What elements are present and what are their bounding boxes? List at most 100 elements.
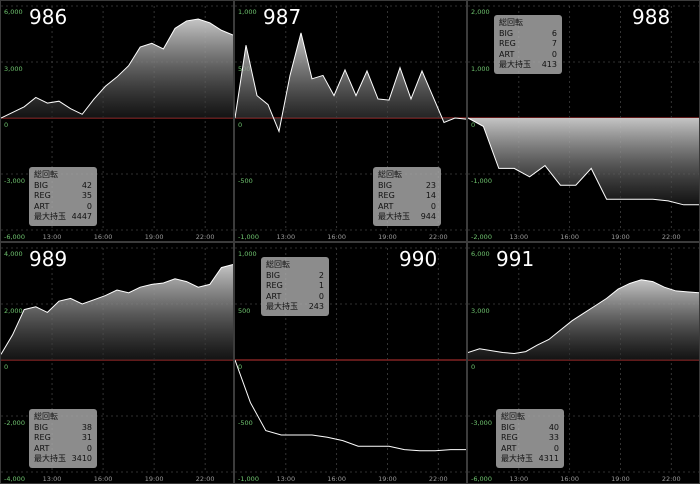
y-tick-label: -1,000 [238, 233, 259, 241]
y-tick-label: 0 [238, 121, 242, 129]
stats-value: 0 [553, 443, 559, 453]
y-tick-label: 0 [471, 363, 475, 371]
stats-label: ART [34, 443, 50, 453]
stats-value: 23 [425, 180, 436, 190]
stats-row: REG 7 [499, 39, 557, 50]
x-tick-label: 22:00 [196, 233, 215, 241]
stats-row: 最大持玉 4311 [501, 454, 559, 465]
y-tick-label: 0 [4, 363, 8, 371]
stats-label: ART [499, 49, 515, 59]
x-tick-label: 19:00 [611, 475, 630, 483]
x-tick-label: 19:00 [145, 233, 164, 241]
chart-grid: 6,000 3,000 0 -3,000 -6,000 13:00 16:00 19:00 22… [0, 0, 700, 484]
stats-row: BIG 40 [501, 423, 559, 434]
y-tick-label: 1,000 [471, 65, 490, 73]
x-tick-label: 13:00 [509, 475, 528, 483]
stats-row: REG 1 [266, 281, 324, 292]
stats-title: 総回転 [34, 170, 58, 179]
stats-value: 4447 [71, 212, 92, 221]
machine-number: 988 [632, 5, 671, 29]
stats-title: 総回転 [378, 170, 402, 179]
x-tick-label: 22:00 [429, 233, 448, 241]
stats-label: 最大持玉 [34, 212, 66, 221]
x-tick-label: 16:00 [560, 475, 579, 483]
x-tick-label: 22:00 [662, 475, 681, 483]
y-tick-label: 1,000 [238, 250, 257, 258]
y-tick-label: -3,000 [4, 177, 25, 185]
stats-label: ART [34, 201, 50, 211]
x-tick-label: 19:00 [611, 233, 630, 241]
y-tick-label: -500 [238, 419, 253, 427]
y-tick-label: -6,000 [4, 233, 25, 241]
chart-panel-987: 1,0005000-500-1,00013:0016:0019:0022:009… [234, 0, 467, 242]
x-tick-label: 13:00 [43, 233, 62, 241]
chart-panel-990: 1,000 500 0 -500 -1,000 13:00 16:00 19:00 22:00 9… [234, 242, 467, 484]
stats-label: 最大持玉 [266, 302, 298, 311]
stats-row: 最大持玉 4447 [34, 212, 92, 223]
y-tick-label: -500 [238, 177, 253, 185]
x-tick-label: 13:00 [509, 233, 528, 241]
stats-row: 最大持玉 944 [378, 212, 436, 223]
y-tick-label: -2,000 [471, 233, 492, 241]
machine-number: 989 [29, 247, 68, 271]
y-tick-label: 2,000 [471, 8, 490, 16]
x-tick-label: 19:00 [378, 233, 397, 241]
stats-value: 0 [86, 443, 92, 453]
stats-value: 944 [420, 212, 436, 221]
series-area [468, 118, 699, 205]
stats-row: ART 0 [34, 202, 92, 213]
stats-row: REG 14 [378, 191, 436, 202]
stats-value: 1 [318, 281, 324, 290]
stats-box: 総回転 BIG 38 REG 31 ART 0 最大持玉 3410 [29, 409, 97, 468]
y-tick-label: 3,000 [4, 65, 23, 73]
x-tick-label: 16:00 [94, 233, 113, 241]
machine-number: 990 [399, 247, 438, 271]
stats-row: REG 31 [34, 433, 92, 444]
stats-label: REG [266, 281, 283, 290]
y-tick-label: -6,000 [471, 475, 492, 483]
x-tick-label: 16:00 [94, 475, 113, 483]
y-tick-label: -4,000 [4, 475, 25, 483]
stats-value: 3410 [71, 454, 92, 463]
stats-row: ART 0 [499, 50, 557, 61]
stats-label: ART [266, 291, 282, 301]
stats-row: BIG 42 [34, 181, 92, 192]
stats-value: 14 [425, 191, 436, 200]
stats-label: ART [378, 201, 394, 211]
stats-label: REG [499, 39, 516, 48]
stats-row: BIG 38 [34, 423, 92, 434]
chart-panel-986: 6,000 3,000 0 -3,000 -6,000 13:00 16:00 19:00 22… [0, 0, 234, 242]
stats-label: BIG [501, 422, 516, 432]
stats-value: 0 [551, 49, 557, 59]
stats-box: 総回転 BIG 6 REG 7 ART 0 最大持玉 413 [494, 15, 562, 74]
stats-value: 42 [81, 180, 92, 190]
machine-number: 986 [29, 5, 68, 29]
stats-value: 0 [430, 201, 436, 211]
x-tick-label: 16:00 [327, 475, 346, 483]
stats-value: 0 [318, 291, 324, 301]
stats-label: BIG [378, 180, 393, 190]
y-tick-label: 3,000 [471, 307, 490, 315]
stats-row: 最大持玉 243 [266, 302, 324, 313]
stats-row: REG 33 [501, 433, 559, 444]
stats-box: 総回転 BIG 42 REG 35 ART 0 最大持玉 4447 [29, 167, 97, 226]
y-tick-label: 4,000 [4, 250, 23, 258]
stats-title: 総回転 [499, 18, 523, 27]
stats-title: 総回転 [501, 412, 525, 421]
stats-value: 243 [308, 302, 324, 311]
series-area [468, 279, 699, 360]
stats-label: REG [34, 433, 51, 442]
series-area [1, 264, 233, 360]
y-tick-label: 6,000 [471, 250, 490, 258]
y-tick-label: 1,000 [238, 8, 257, 16]
stats-value: 38 [81, 422, 92, 432]
stats-value: 7 [551, 39, 557, 48]
stats-row: ART 0 [378, 202, 436, 213]
chart-panel-991: 6,000 3,000 0 -3,000 -6,000 13:00 16:00 19:00 22… [467, 242, 700, 484]
stats-label: 最大持玉 [501, 454, 533, 463]
stats-label: 最大持玉 [34, 454, 66, 463]
stats-row: ART 0 [266, 292, 324, 303]
stats-row: 最大持玉 413 [499, 60, 557, 71]
stats-value: 31 [81, 433, 92, 442]
x-tick-label: 22:00 [196, 475, 215, 483]
